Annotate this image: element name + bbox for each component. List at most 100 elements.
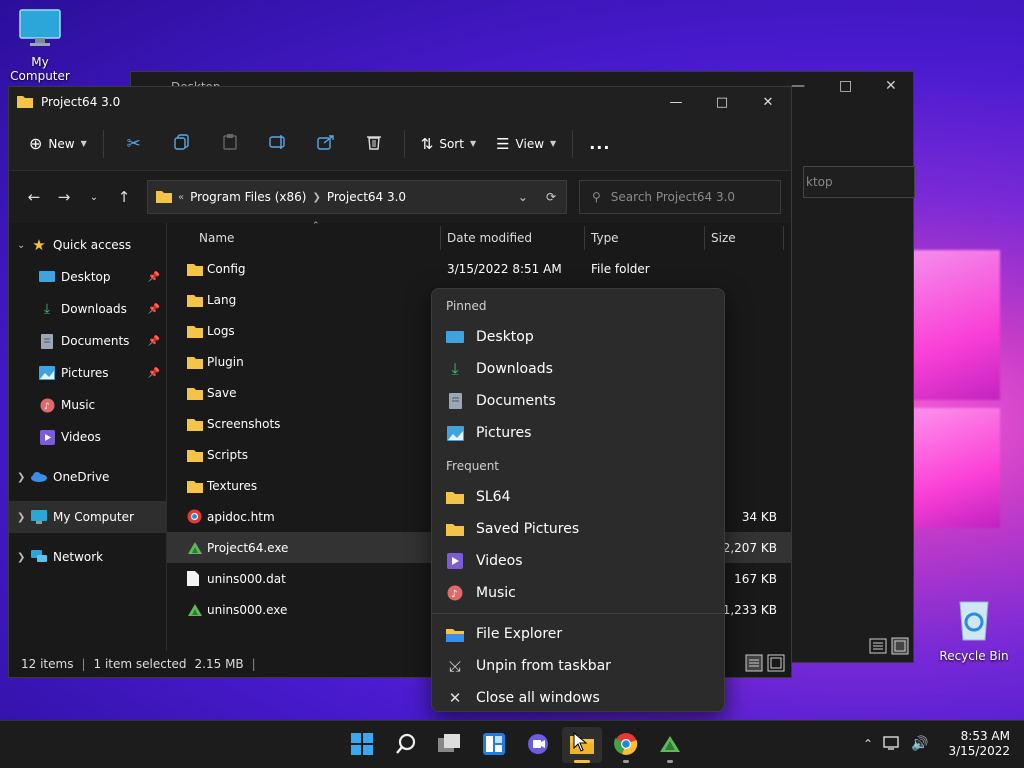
details-view-icon[interactable] <box>869 637 887 658</box>
nav-label: Downloads <box>61 302 127 316</box>
chrome-button[interactable] <box>606 727 646 763</box>
pin-icon[interactable]: 📌 <box>148 336 160 347</box>
start-button[interactable] <box>342 727 382 763</box>
tiles-view-icon[interactable] <box>891 637 909 658</box>
cut-button[interactable]: ✂ <box>110 134 158 154</box>
column-type[interactable]: Type <box>591 231 619 245</box>
network-icon <box>31 549 47 565</box>
overflow-icon[interactable]: « <box>178 192 184 203</box>
details-view-icon[interactable] <box>745 654 763 675</box>
network-icon[interactable] <box>883 735 901 754</box>
address-bar[interactable]: « Program Files (x86) ❯ Project64 3.0 ⌄ … <box>147 180 567 214</box>
maximize-icon[interactable]: □ <box>699 95 745 110</box>
close-icon[interactable]: ✕ <box>885 78 897 94</box>
chevron-right-icon[interactable]: ❯ <box>17 472 31 483</box>
chevron-right-icon[interactable]: ❯ <box>17 512 31 523</box>
clock[interactable]: 8:53 AM 3/15/2022 <box>948 729 1010 759</box>
jump-item-desktop[interactable]: Desktop <box>432 321 724 353</box>
pin-icon[interactable]: 📌 <box>148 368 160 379</box>
back-arrow-icon[interactable]: ← <box>19 188 49 206</box>
nav-my-computer[interactable]: ❯ My Computer <box>9 501 166 533</box>
search-button[interactable] <box>386 727 426 763</box>
column-name[interactable]: Name <box>199 231 234 245</box>
jump-item-label: Downloads <box>476 361 553 377</box>
up-arrow-icon[interactable]: ↑ <box>109 188 139 206</box>
jump-item-pictures[interactable]: Pictures <box>432 417 724 449</box>
forward-arrow-icon[interactable]: → <box>49 188 79 206</box>
jump-item-documents[interactable]: Documents <box>432 385 724 417</box>
nav-documents[interactable]: Documents 📌 <box>9 325 166 357</box>
jump-item-saved-pictures[interactable]: Saved Pictures <box>432 513 724 545</box>
frequent-header: Frequent <box>446 459 499 473</box>
download-icon: ⤓ <box>451 359 459 378</box>
pin-icon[interactable]: 📌 <box>148 304 160 315</box>
nav-downloads[interactable]: ⤓ Downloads 📌 <box>9 293 166 325</box>
delete-button[interactable] <box>350 134 398 153</box>
task-view-button[interactable] <box>430 727 470 763</box>
view-button[interactable]: ☰ View ▼ <box>486 127 566 161</box>
maximize-icon[interactable]: □ <box>839 78 852 94</box>
clipboard-icon <box>222 134 238 153</box>
volume-icon[interactable]: 🔊 <box>911 736 928 752</box>
desktop-icon-my-computer[interactable]: My Computer <box>0 8 80 83</box>
chevron-up-icon[interactable]: ⌃ <box>863 737 873 751</box>
nav-music[interactable]: ♪ Music <box>9 389 166 421</box>
chevron-right-icon[interactable]: ❯ <box>312 192 320 203</box>
tiles-view-icon[interactable] <box>767 654 785 675</box>
project64-button[interactable] <box>650 727 690 763</box>
nav-pictures[interactable]: Pictures 📌 <box>9 357 166 389</box>
nav-quick-access[interactable]: ⌄ ★ Quick access <box>9 229 166 261</box>
more-options-button[interactable]: ... <box>579 127 620 161</box>
desktop-icon-recycle-bin[interactable]: Recycle Bin <box>934 596 1014 663</box>
file-row[interactable]: Config 3/15/2022 8:51 AM File folder <box>167 253 791 284</box>
close-icon[interactable]: ✕ <box>745 95 791 110</box>
search-input[interactable]: ⚲ Search Project64 3.0 <box>579 180 781 214</box>
jump-item-downloads[interactable]: ⤓ Downloads <box>432 353 724 385</box>
search-icon <box>395 733 417 758</box>
pin-icon[interactable]: 📌 <box>148 272 160 283</box>
jump-item-file-explorer[interactable]: File Explorer <box>432 618 724 650</box>
copy-button[interactable] <box>158 134 206 153</box>
folder-icon <box>187 354 203 370</box>
column-date[interactable]: Date modified <box>447 231 532 245</box>
music-icon: ♪ <box>446 584 464 602</box>
rename-button[interactable] <box>254 134 302 153</box>
jump-item-close-all[interactable]: ✕ Close all windows <box>432 682 724 714</box>
chevron-down-icon[interactable]: ⌄ <box>17 240 31 251</box>
new-button[interactable]: ⊕ New ▼ <box>19 127 97 161</box>
recent-locations-icon[interactable]: ⌄ <box>79 192 109 203</box>
nav-onedrive[interactable]: ❯ OneDrive <box>9 461 166 493</box>
search-placeholder: Search Project64 3.0 <box>610 190 736 204</box>
nav-network[interactable]: ❯ Network <box>9 541 166 573</box>
cloud-icon <box>31 469 47 485</box>
jump-item-sl64[interactable]: SL64 <box>432 481 724 513</box>
file-type: File folder <box>591 261 650 276</box>
title-bar: Project64 3.0 — □ ✕ <box>9 87 791 117</box>
minimize-icon[interactable]: — <box>791 78 805 94</box>
jump-item-label: SL64 <box>476 489 511 505</box>
address-row: ← → ⌄ ↑ « Program Files (x86) ❯ Project6… <box>9 171 791 223</box>
share-button[interactable] <box>302 134 350 153</box>
teams-chat-button[interactable] <box>518 727 558 763</box>
jump-item-videos[interactable]: Videos <box>432 545 724 577</box>
minimize-icon[interactable]: — <box>653 95 699 110</box>
chevron-right-icon[interactable]: ❯ <box>17 552 31 563</box>
chevron-down-icon: ▼ <box>469 139 477 148</box>
jump-item-unpin[interactable]: ⤩ Unpin from taskbar <box>432 650 724 682</box>
search-input[interactable]: ktop <box>803 166 915 198</box>
nav-desktop[interactable]: Desktop 📌 <box>9 261 166 293</box>
breadcrumb-program-files[interactable]: Program Files (x86) <box>190 190 306 204</box>
jump-item-music[interactable]: ♪ Music <box>432 577 724 609</box>
refresh-icon[interactable]: ⟳ <box>546 190 556 204</box>
picture-icon <box>446 424 464 442</box>
jump-item-label: Unpin from taskbar <box>476 658 611 674</box>
chevron-down-icon[interactable]: ⌄ <box>518 190 528 204</box>
nav-videos[interactable]: Videos <box>9 421 166 453</box>
column-size[interactable]: Size <box>711 231 736 245</box>
file-name: Lang <box>207 292 237 307</box>
column-header-row: Name ⌃ Date modified Type Size <box>167 221 791 253</box>
paste-button[interactable] <box>206 134 254 153</box>
widgets-button[interactable] <box>474 727 514 763</box>
sort-button[interactable]: ⇅ Sort ▼ <box>411 127 486 161</box>
breadcrumb-project64[interactable]: Project64 3.0 <box>327 190 406 204</box>
